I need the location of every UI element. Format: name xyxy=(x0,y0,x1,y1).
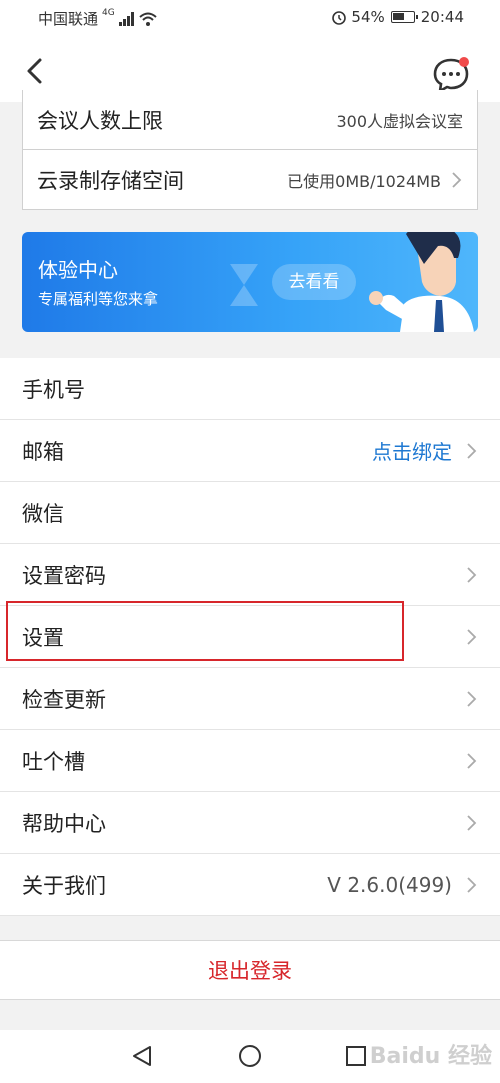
check-update-row[interactable]: 检查更新 xyxy=(0,668,500,730)
wifi-icon xyxy=(139,12,157,26)
cloud-storage-value: 已使用0MB/1024MB xyxy=(287,171,441,191)
version-text: V 2.6.0(499) xyxy=(327,872,452,897)
network-type: 4G xyxy=(102,8,115,18)
set-password-right xyxy=(466,565,478,585)
chevron-right-icon xyxy=(467,814,477,831)
about-us-label: 关于我们 xyxy=(22,873,106,898)
system-nav-bar: Baidu 经验 xyxy=(0,1030,500,1083)
status-left: 中国联通 4G xyxy=(38,8,157,29)
battery-percent: 54% xyxy=(351,8,385,26)
back-icon xyxy=(27,58,42,84)
chevron-right-icon xyxy=(467,566,477,583)
chevron-right-icon xyxy=(467,442,477,459)
chat-button[interactable] xyxy=(432,56,470,94)
meeting-limit-value: 300人虚拟会议室 xyxy=(336,111,463,131)
chevron-right-icon xyxy=(467,876,477,893)
meeting-limit-label: 会议人数上限 xyxy=(37,108,163,133)
clock: 20:44 xyxy=(420,8,464,26)
wechat-label: 微信 xyxy=(22,501,64,526)
account-card: 会议人数上限 300人虚拟会议室 云录制存储空间 已使用0MB/1024MB xyxy=(22,90,478,210)
signal-icon xyxy=(118,11,134,26)
check-update-right xyxy=(466,689,478,709)
chat-icon xyxy=(433,57,469,94)
set-password-row[interactable]: 设置密码 xyxy=(0,544,500,606)
carrier-name: 中国联通 xyxy=(38,10,99,28)
hourglass-icon xyxy=(230,264,258,306)
chevron-right-icon xyxy=(467,628,477,645)
settings-right xyxy=(466,627,478,647)
cloud-storage-value-wrap: 已使用0MB/1024MB xyxy=(287,168,463,192)
about-us-row[interactable]: 关于我们 V 2.6.0(499) xyxy=(0,854,500,916)
set-password-label: 设置密码 xyxy=(22,563,106,588)
chevron-right-icon xyxy=(452,171,462,188)
nav-back-icon[interactable] xyxy=(130,1044,154,1068)
chevron-right-icon xyxy=(467,752,477,769)
email-right: 点击绑定 xyxy=(372,436,478,465)
phone-label: 手机号 xyxy=(22,377,85,402)
bind-email-link[interactable]: 点击绑定 xyxy=(372,436,452,465)
chevron-right-icon xyxy=(467,690,477,707)
check-update-label: 检查更新 xyxy=(22,687,106,712)
feedback-right xyxy=(466,751,478,771)
about-us-right: V 2.6.0(499) xyxy=(327,873,478,897)
feedback-row[interactable]: 吐个槽 xyxy=(0,730,500,792)
battery-icon xyxy=(390,11,418,23)
meeting-limit-row: 会议人数上限 300人虚拟会议室 xyxy=(23,90,477,150)
logout-button[interactable]: 退出登录 xyxy=(0,940,500,1000)
phone-row: 手机号 xyxy=(0,358,500,420)
settings-label: 设置 xyxy=(22,625,64,650)
settings-row[interactable]: 设置 xyxy=(0,606,500,668)
cloud-storage-row[interactable]: 云录制存储空间 已使用0MB/1024MB xyxy=(23,150,477,210)
alarm-icon xyxy=(332,11,347,25)
help-center-label: 帮助中心 xyxy=(22,811,106,836)
status-bar: 中国联通 4G 54% 20:44 xyxy=(0,0,500,36)
nav-home-icon[interactable] xyxy=(238,1044,262,1068)
email-label: 邮箱 xyxy=(22,439,64,464)
settings-list: 手机号 邮箱 点击绑定 微信 设置密码 设置 检查更新 吐个槽 帮助中心 关于我… xyxy=(0,358,500,916)
banner-subtitle: 专属福利等您来拿 xyxy=(38,290,159,308)
email-row[interactable]: 邮箱 点击绑定 xyxy=(0,420,500,482)
cloud-storage-label: 云录制存储空间 xyxy=(37,168,184,193)
experience-center-banner[interactable]: 体验中心 专属福利等您来拿 去看看 xyxy=(22,232,478,332)
watermark: Baidu 经验 xyxy=(369,1044,492,1069)
status-right: 54% 20:44 xyxy=(331,8,464,26)
help-center-right xyxy=(466,813,478,833)
banner-title: 体验中心 xyxy=(38,258,118,282)
presenter-illustration xyxy=(369,232,474,332)
nav-recent-icon[interactable] xyxy=(344,1044,368,1068)
logout-label: 退出登录 xyxy=(208,959,292,983)
feedback-label: 吐个槽 xyxy=(22,749,85,774)
back-button[interactable] xyxy=(22,54,50,88)
wechat-row: 微信 xyxy=(0,482,500,544)
help-center-row[interactable]: 帮助中心 xyxy=(0,792,500,854)
